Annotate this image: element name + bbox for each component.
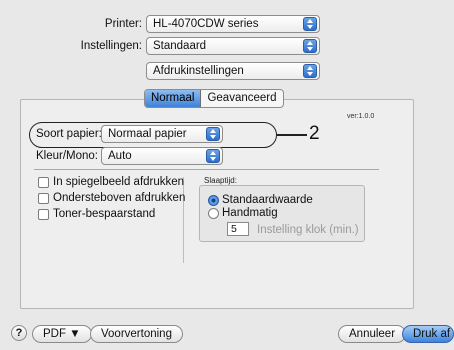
sleep-minutes-field[interactable]: 5 — [227, 222, 249, 236]
popup-arrows-icon — [303, 17, 317, 31]
vertical-separator — [183, 177, 184, 263]
mirror-print-checkbox[interactable] — [38, 177, 49, 188]
media-type-value: Normaal papier — [108, 128, 187, 140]
popup-arrows-icon — [206, 127, 220, 141]
printer-label: Printer: — [104, 18, 142, 30]
callout-number: 2 — [309, 123, 320, 144]
help-button[interactable]: ? — [11, 325, 27, 341]
cancel-button[interactable]: Annuleer — [338, 325, 407, 343]
popup-arrows-icon — [303, 39, 317, 53]
sleep-manual-radio[interactable] — [208, 208, 219, 219]
settings-label: Instellingen: — [80, 40, 142, 52]
pane-value: Afdrukinstellingen — [153, 65, 244, 77]
color-mono-label: Kleur/Mono: — [36, 150, 99, 162]
separator — [34, 169, 379, 170]
sleep-default-radio[interactable] — [208, 195, 219, 206]
sleep-minutes-label: Instelling klok (min.) — [257, 224, 359, 236]
toner-save-label[interactable]: Toner-bespaarstand — [53, 208, 155, 220]
mirror-print-label[interactable]: In spiegelbeeld afdrukken — [53, 176, 184, 188]
print-button[interactable]: Druk af — [402, 325, 454, 343]
sleep-time-title: Slaaptijd: — [204, 176, 237, 185]
sleep-manual-label[interactable]: Handmatig — [222, 207, 278, 219]
callout-line — [277, 134, 307, 136]
print-dialog: Printer: HL-4070CDW series Instellingen:… — [0, 0, 454, 350]
reverse-print-label[interactable]: Ondersteboven afdrukken — [53, 192, 185, 204]
version-label: ver:1.0.0 — [347, 113, 375, 120]
tab-normaal[interactable]: Normaal — [145, 90, 202, 107]
printer-value: HL-4070CDW series — [153, 18, 259, 30]
pane-popup[interactable]: Afdrukinstellingen — [146, 62, 320, 80]
sleep-default-label[interactable]: Standaardwaarde — [222, 194, 313, 206]
popup-arrows-icon — [206, 149, 220, 163]
tab-bar: Normaal Geavanceerd — [144, 89, 284, 108]
color-mono-value: Auto — [108, 150, 132, 162]
media-type-label: Soort papier: — [36, 128, 102, 140]
preview-button[interactable]: Voorvertoning — [90, 325, 183, 343]
tab-geavanceerd[interactable]: Geavanceerd — [201, 90, 282, 107]
toner-save-checkbox[interactable] — [38, 209, 49, 220]
printer-popup[interactable]: HL-4070CDW series — [146, 15, 320, 33]
settings-value: Standaard — [153, 40, 207, 52]
popup-arrows-icon — [303, 64, 317, 78]
settings-popup[interactable]: Standaard — [146, 37, 320, 55]
pdf-button[interactable]: PDF ▼ — [32, 325, 92, 343]
color-mono-popup[interactable]: Auto — [101, 147, 223, 165]
media-type-popup[interactable]: Normaal papier — [101, 125, 223, 143]
reverse-print-checkbox[interactable] — [38, 193, 49, 204]
